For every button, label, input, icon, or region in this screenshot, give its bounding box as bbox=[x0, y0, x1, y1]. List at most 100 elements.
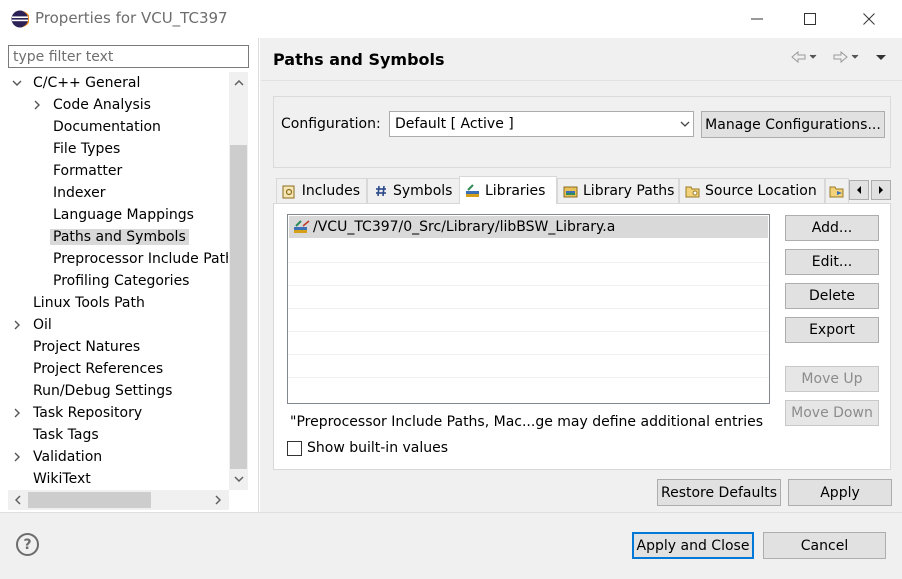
tree-item[interactable]: Indexer bbox=[50, 182, 108, 204]
tab-includes[interactable]: Includes bbox=[276, 178, 367, 203]
back-arrow-icon bbox=[791, 50, 817, 64]
move-up-button[interactable]: Move Up bbox=[785, 366, 879, 392]
tab-symbols[interactable]: Symbols bbox=[367, 178, 460, 203]
tree-vertical-scroll-thumb[interactable] bbox=[230, 145, 247, 469]
output-location-icon bbox=[829, 183, 845, 199]
tree-item[interactable]: Preprocessor Include Path bbox=[50, 248, 228, 270]
tree-item[interactable]: Oil bbox=[14, 314, 55, 336]
chevron-down-icon[interactable] bbox=[10, 72, 24, 94]
tab-source-location[interactable]: Source Location bbox=[679, 178, 825, 203]
scroll-up-icon[interactable] bbox=[230, 74, 248, 92]
tab-libraries[interactable]: Libraries bbox=[459, 176, 557, 204]
hash-icon bbox=[373, 183, 389, 199]
chevron-right-icon[interactable] bbox=[10, 314, 24, 336]
list-item[interactable]: /VCU_TC397/0_Src/Library/libBSW_Library.… bbox=[289, 216, 768, 238]
tree-item-label: Task Tags bbox=[33, 427, 99, 443]
cancel-button[interactable]: Cancel bbox=[763, 532, 886, 559]
list-gridline bbox=[288, 331, 769, 332]
tree-item-label: Formatter bbox=[53, 163, 123, 179]
eclipse-app-icon bbox=[11, 10, 30, 28]
window-title: Properties for VCU_TC397 bbox=[35, 9, 228, 27]
scroll-down-icon[interactable] bbox=[230, 470, 248, 488]
tree-item[interactable]: Formatter bbox=[50, 160, 125, 182]
tree-item-label: WikiText bbox=[33, 471, 91, 487]
tree-item-label: Validation bbox=[33, 449, 103, 465]
restore-defaults-button[interactable]: Restore Defaults bbox=[657, 479, 781, 506]
scroll-right-icon[interactable] bbox=[209, 491, 227, 509]
add-button[interactable]: Add... bbox=[785, 215, 879, 241]
page-title: Paths and Symbols bbox=[273, 50, 445, 69]
tab-scroll-right-button[interactable] bbox=[871, 180, 891, 200]
tree-item-label: Profiling Categories bbox=[53, 273, 190, 289]
configuration-select[interactable]: Default [ Active ] bbox=[389, 111, 694, 137]
export-button[interactable]: Export bbox=[785, 317, 879, 343]
tree-item[interactable]: Validation bbox=[14, 446, 105, 468]
nav-forward-button[interactable] bbox=[833, 49, 859, 65]
apply-and-close-button[interactable]: Apply and Close bbox=[632, 532, 754, 559]
tree-item-label: Project References bbox=[33, 361, 164, 377]
tree-item[interactable]: Language Mappings bbox=[50, 204, 197, 226]
tree-item-label: Oil bbox=[33, 317, 52, 333]
libraries-list[interactable]: /VCU_TC397/0_Src/Library/libBSW_Library.… bbox=[287, 214, 770, 404]
tree-item-label: Task Repository bbox=[33, 405, 143, 421]
tree-item[interactable]: WikiText bbox=[30, 468, 94, 490]
list-gridline bbox=[288, 262, 769, 263]
tree-item[interactable]: C/C++ General bbox=[12, 72, 143, 94]
show-builtin-label[interactable]: Show built-in values bbox=[307, 440, 448, 456]
tree-item-label: Preprocessor Include Path bbox=[53, 251, 228, 267]
chevron-right-icon[interactable] bbox=[10, 402, 24, 424]
tab-scroll-left-button[interactable] bbox=[849, 180, 869, 200]
tree-item[interactable]: Run/Debug Settings bbox=[30, 380, 175, 402]
edit-button[interactable]: Edit... bbox=[785, 249, 879, 275]
tree-item[interactable]: Code Analysis bbox=[34, 94, 154, 116]
tab-library-paths[interactable]: Library Paths bbox=[557, 178, 679, 203]
tree-item-label: Indexer bbox=[53, 185, 106, 201]
apply-button[interactable]: Apply bbox=[788, 479, 892, 506]
tree-item[interactable]: Project References bbox=[30, 358, 166, 380]
tab-label: Libraries bbox=[485, 182, 546, 199]
tree-item[interactable]: Documentation bbox=[50, 116, 164, 138]
includes-icon bbox=[282, 183, 298, 199]
show-builtin-checkbox[interactable] bbox=[287, 441, 302, 456]
chevron-right-icon[interactable] bbox=[30, 94, 44, 116]
chevron-down-icon[interactable] bbox=[676, 111, 694, 137]
library-file-icon bbox=[293, 220, 311, 234]
tree-item-label: Language Mappings bbox=[53, 207, 194, 223]
nav-back-button[interactable] bbox=[791, 49, 817, 65]
tree-item[interactable]: Linux Tools Path bbox=[30, 292, 148, 314]
close-icon bbox=[863, 13, 875, 25]
tab-label: Source Location bbox=[705, 183, 817, 199]
tree-item[interactable]: File Types bbox=[50, 138, 123, 160]
triangle-left-icon bbox=[857, 186, 861, 194]
tree-item[interactable]: Project Natures bbox=[30, 336, 143, 358]
filter-input[interactable] bbox=[8, 45, 249, 68]
tree-item-label: Run/Debug Settings bbox=[33, 383, 173, 399]
tree-item-label: Documentation bbox=[53, 119, 161, 135]
tree-item-label: File Types bbox=[53, 141, 121, 157]
tree-item[interactable]: Task Tags bbox=[30, 424, 102, 446]
library-paths-icon bbox=[563, 183, 579, 199]
list-gridline bbox=[288, 308, 769, 309]
maximize-icon bbox=[804, 13, 816, 25]
tree-item[interactable]: Task Repository bbox=[14, 402, 145, 424]
tree-item-label: Project Natures bbox=[33, 339, 141, 355]
view-menu-button[interactable] bbox=[875, 49, 887, 65]
help-icon[interactable]: ? bbox=[16, 533, 39, 556]
folder-icon bbox=[685, 183, 701, 199]
close-button[interactable] bbox=[856, 8, 882, 30]
tree-item[interactable]: Profiling Categories bbox=[50, 270, 192, 292]
scroll-left-icon[interactable] bbox=[9, 491, 27, 509]
move-down-button[interactable]: Move Down bbox=[785, 400, 879, 426]
chevron-right-icon[interactable] bbox=[10, 446, 24, 468]
minimize-button[interactable] bbox=[744, 8, 770, 30]
manage-configurations-button[interactable]: Manage Configurations... bbox=[701, 111, 885, 138]
minimize-icon bbox=[751, 18, 763, 20]
maximize-button[interactable] bbox=[797, 8, 823, 30]
tree-item-label: Code Analysis bbox=[53, 97, 151, 113]
tab-overflow[interactable] bbox=[825, 178, 849, 203]
forward-arrow-icon bbox=[833, 50, 859, 64]
tab-label: Symbols bbox=[393, 183, 453, 199]
tree-horizontal-scroll-thumb[interactable] bbox=[28, 492, 151, 508]
delete-button[interactable]: Delete bbox=[785, 283, 879, 309]
tree-item[interactable]: Paths and Symbols bbox=[50, 226, 189, 248]
